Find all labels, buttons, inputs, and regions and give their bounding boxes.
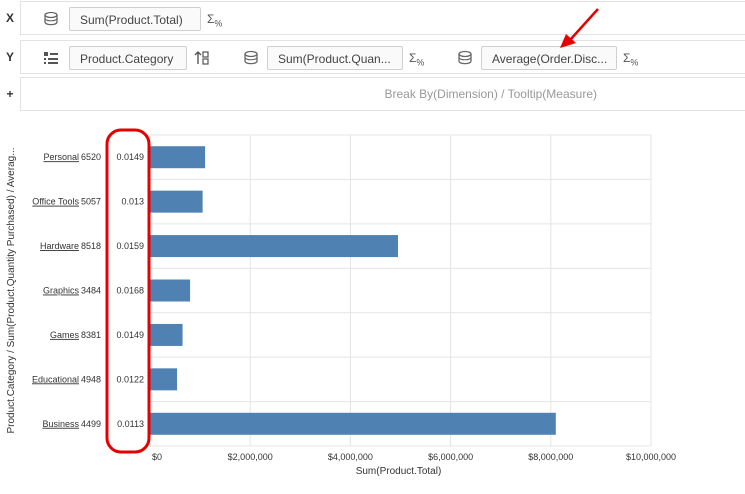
discount-label: 0.013 bbox=[121, 197, 144, 207]
quantity-label: 5057 bbox=[81, 197, 101, 207]
y-axis-title: Product.Category / Sum(Product.Quantity … bbox=[6, 147, 17, 433]
category-label[interactable]: Business bbox=[42, 419, 79, 429]
plot-frame bbox=[149, 134, 652, 447]
discount-label: 0.0149 bbox=[116, 152, 144, 162]
category-label[interactable]: Graphics bbox=[43, 286, 80, 296]
x-tick-label: $8,000,000 bbox=[528, 452, 573, 462]
annotation-arrow bbox=[560, 8, 599, 48]
discount-label: 0.0113 bbox=[117, 419, 144, 429]
bar-chart: $0 $2,000,000 $4,000,000 $6,000,000 $8,000,0… bbox=[6, 128, 676, 477]
quantity-label: 8381 bbox=[81, 330, 101, 340]
quantity-label: 6520 bbox=[81, 152, 101, 162]
x-axis-title: Sum(Product.Total) bbox=[356, 466, 442, 477]
quantity-label: 8518 bbox=[81, 241, 101, 251]
quantity-label: 4948 bbox=[81, 374, 101, 384]
bar[interactable] bbox=[150, 279, 191, 302]
x-tick-label: $10,000,000 bbox=[626, 452, 676, 462]
quantity-label: 3484 bbox=[81, 286, 101, 296]
quantity-label: 4499 bbox=[81, 419, 101, 429]
bar[interactable] bbox=[150, 190, 203, 213]
bar[interactable] bbox=[150, 235, 398, 258]
category-label[interactable]: Educational bbox=[32, 374, 79, 384]
category-label[interactable]: Office Tools bbox=[32, 197, 79, 207]
arrow-shaft bbox=[569, 8, 599, 41]
category-label[interactable]: Hardware bbox=[40, 241, 79, 251]
discount-label: 0.0159 bbox=[116, 241, 144, 251]
discount-label: 0.0122 bbox=[116, 374, 144, 384]
bar[interactable] bbox=[150, 368, 178, 391]
x-tick-label: $4,000,000 bbox=[328, 452, 373, 462]
x-tick-label: $2,000,000 bbox=[228, 452, 273, 462]
discount-label: 0.0149 bbox=[116, 330, 144, 340]
category-label[interactable]: Personal bbox=[43, 152, 79, 162]
bar[interactable] bbox=[150, 323, 183, 346]
bar[interactable] bbox=[150, 412, 556, 435]
x-tick-label: $6,000,000 bbox=[428, 452, 473, 462]
x-tick-label: $0 bbox=[152, 452, 162, 462]
category-label[interactable]: Games bbox=[50, 330, 80, 340]
discount-label: 0.0168 bbox=[116, 286, 144, 296]
bar[interactable] bbox=[150, 146, 206, 169]
